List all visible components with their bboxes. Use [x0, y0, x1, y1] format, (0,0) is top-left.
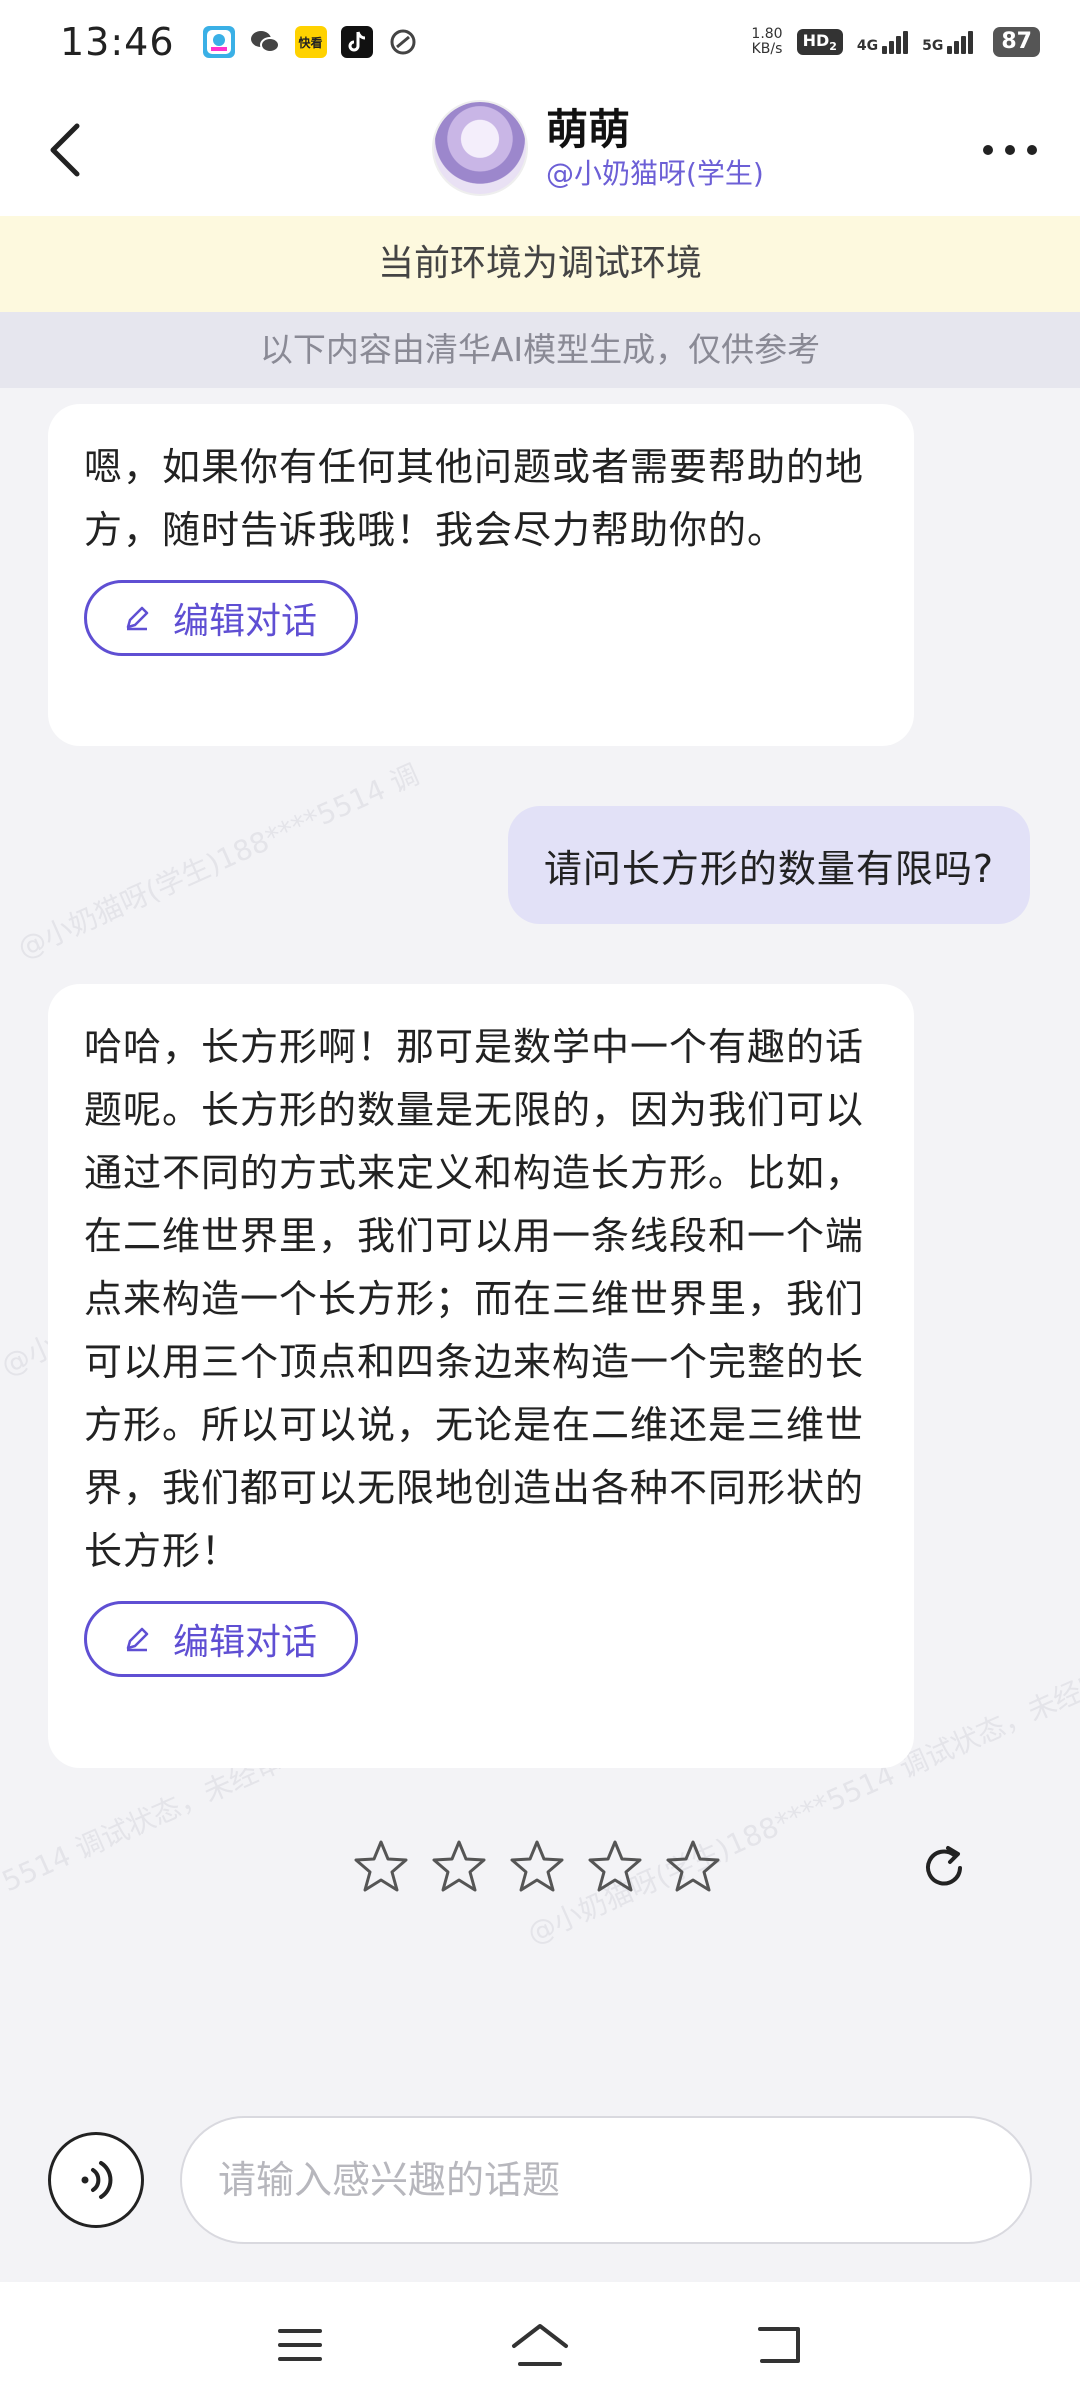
topic-input-field[interactable] — [180, 2116, 1032, 2244]
status-app-icons: 快看 — [202, 26, 419, 58]
star-icon[interactable] — [352, 1838, 410, 1896]
watermark: @小奶猫呀(学生)188****5514 调 — [12, 757, 424, 966]
star-icon[interactable] — [586, 1838, 644, 1896]
edit-dialog-label: 编辑对话 — [173, 1622, 318, 1663]
chat-screen: 13:46 快看 1.80 KB/s HD2 4G 5G 87 萌萌 @小奶猫呀… — [0, 0, 1080, 2408]
kuaikan-icon: 快看 — [294, 26, 327, 58]
back-button[interactable] — [30, 112, 100, 188]
sync-icon — [387, 26, 419, 58]
voice-icon — [81, 2161, 113, 2199]
home-icon — [512, 2324, 568, 2366]
bot-name: 萌萌 — [546, 105, 631, 154]
message-text: 哈哈，长方形啊！那可是数学中一个有趣的话题呢。长方形的数量是无限的，因为我们可以… — [84, 1025, 865, 1573]
pencil-icon — [123, 1625, 151, 1653]
edit-dialog-button[interactable]: 编辑对话 — [84, 580, 358, 656]
star-icon[interactable] — [664, 1838, 722, 1896]
return-icon — [758, 2327, 800, 2363]
tiktok-icon — [340, 26, 373, 58]
menu-button[interactable] — [265, 2310, 335, 2380]
back-nav-button[interactable] — [745, 2310, 815, 2380]
hd-icon: HD2 — [796, 28, 843, 56]
voice-input-button[interactable] — [48, 2132, 144, 2228]
user-message: 请问长方形的数量有限吗? — [507, 806, 1030, 924]
ai-disclaimer: 以下内容由清华AI模型生成，仅供参考 — [0, 312, 1080, 388]
pencil-icon — [123, 604, 151, 632]
more-options-button[interactable] — [970, 124, 1050, 176]
chat-header: 萌萌 @小奶猫呀(学生) — [0, 84, 1080, 216]
battery-icon: 87 — [993, 27, 1040, 57]
system-nav-bar — [0, 2282, 1080, 2408]
signal-5g-icon: 5G — [922, 30, 974, 54]
bot-title: 萌萌 @小奶猫呀(学生) — [546, 104, 764, 192]
rating-stars — [352, 1838, 722, 1896]
status-time: 13:46 — [60, 20, 175, 64]
topic-input[interactable] — [218, 2158, 1030, 2202]
menu-icon — [278, 2329, 322, 2361]
wechat-icon — [249, 26, 281, 58]
message-text: 嗯，如果你有任何其他问题或者需要帮助的地方，随时告诉我哦！我会尽力帮助你的。 — [84, 445, 865, 552]
edit-dialog-button[interactable]: 编辑对话 — [84, 1601, 358, 1677]
environment-banner: 当前环境为调试环境 — [0, 216, 1080, 312]
home-button[interactable] — [505, 2310, 575, 2380]
signal-4g-icon: 4G — [857, 30, 909, 54]
avatar[interactable] — [432, 100, 528, 196]
network-speed: 1.80 KB/s — [751, 26, 783, 57]
chevron-left-icon — [50, 123, 80, 177]
star-icon[interactable] — [508, 1838, 566, 1896]
status-indicators: 1.80 KB/s HD2 4G 5G 87 — [751, 27, 1040, 57]
bot-message: 哈哈，长方形啊！那可是数学中一个有趣的话题呢。长方形的数量是无限的，因为我们可以… — [48, 984, 914, 1768]
bot-profile[interactable]: 萌萌 @小奶猫呀(学生) — [432, 100, 764, 196]
photo-app-icon — [202, 26, 235, 58]
bot-handle[interactable]: @小奶猫呀(学生) — [546, 156, 764, 192]
bot-message: 嗯，如果你有任何其他问题或者需要帮助的地方，随时告诉我哦！我会尽力帮助你的。 编… — [48, 404, 914, 746]
refresh-icon[interactable] — [918, 1842, 970, 1894]
edit-dialog-label: 编辑对话 — [173, 601, 318, 642]
more-icon — [983, 145, 993, 155]
status-bar: 13:46 快看 1.80 KB/s HD2 4G 5G 87 — [0, 0, 1080, 84]
star-icon[interactable] — [430, 1838, 488, 1896]
